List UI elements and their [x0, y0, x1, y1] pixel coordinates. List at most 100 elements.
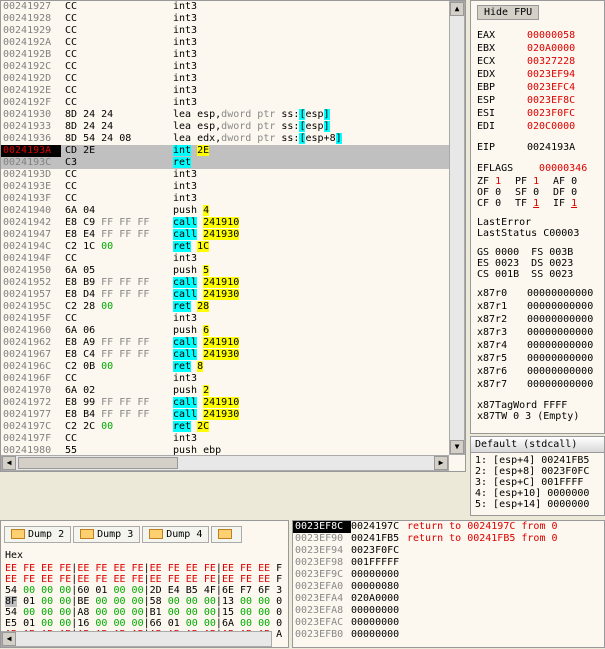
- address: 0024192F: [1, 97, 61, 109]
- bytes: E8 B9 FF FF FF: [61, 277, 171, 289]
- eip-value: 0024193A: [527, 142, 575, 155]
- dump-tab[interactable]: Dump 2: [4, 526, 71, 543]
- stack-row[interactable]: 0023EFA4020A0000: [293, 593, 604, 605]
- bytes: E8 C9 FF FF FF: [61, 217, 171, 229]
- address: 0024193F: [1, 193, 61, 205]
- hide-fpu-button[interactable]: Hide FPU: [477, 5, 539, 20]
- dump-hscroll[interactable]: ◀: [1, 631, 272, 647]
- disasm-row[interactable]: 0024193E CCint3: [1, 181, 465, 193]
- address: 0024192B: [1, 49, 61, 61]
- address: 00241952: [1, 277, 61, 289]
- bytes: CC: [61, 49, 171, 61]
- disasm-row[interactable]: 0024196C C2 0B 00ret 8: [1, 361, 465, 373]
- disasm-hscroll[interactable]: ◀ ▶: [1, 455, 449, 471]
- disasm-row[interactable]: 0024192C CCint3: [1, 61, 465, 73]
- bytes: CC: [61, 373, 171, 385]
- disasm-row[interactable]: 0024197F CCint3: [1, 433, 465, 445]
- disasm-row[interactable]: 00241947 E8 E4 FF FF FFcall 241930: [1, 229, 465, 241]
- disasm-row[interactable]: 00241930 8D 24 24lea esp,dword ptr ss:[e…: [1, 109, 465, 121]
- stack-row[interactable]: 0023EFA000000080: [293, 581, 604, 593]
- disasm-row[interactable]: 0024193C C3ret: [1, 157, 465, 169]
- disasm-row[interactable]: 00241940 6A 04push 4: [1, 205, 465, 217]
- disasm-row[interactable]: 00241952 E8 B9 FF FF FFcall 241910: [1, 277, 465, 289]
- dump-tab-extra[interactable]: [211, 526, 242, 543]
- bytes: C2 1C 00: [61, 241, 171, 253]
- address: 0024192C: [1, 61, 61, 73]
- bytes: CC: [61, 61, 171, 73]
- stack-row[interactable]: 0023EFB000000000: [293, 629, 604, 641]
- disasm-row[interactable]: 0024193F CCint3: [1, 193, 465, 205]
- disasm-row[interactable]: 0024192B CCint3: [1, 49, 465, 61]
- stack-row[interactable]: 0023EFAC00000000: [293, 617, 604, 629]
- disasm-row[interactable]: 00241977 E8 B4 FF FF FFcall 241930: [1, 409, 465, 421]
- mnemonic: int3: [171, 169, 465, 181]
- stack-row[interactable]: 0023EF940023F0FC: [293, 545, 604, 557]
- disasm-row[interactable]: 0024192A CCint3: [1, 37, 465, 49]
- stdcall-row: 4: [esp+10] 0000000: [475, 488, 600, 499]
- mnemonic: call 241930: [171, 349, 465, 361]
- disasm-row[interactable]: 00241957 E8 D4 FF FF FFcall 241930: [1, 289, 465, 301]
- dump-tab[interactable]: Dump 3: [73, 526, 140, 543]
- disasm-vscroll[interactable]: ▲ ▼: [449, 1, 465, 455]
- disasm-row[interactable]: 00241942 E8 C9 FF FF FFcall 241910: [1, 217, 465, 229]
- stack-row[interactable]: 0023EF98001FFFFF: [293, 557, 604, 569]
- eflags-value: 00000346: [539, 163, 587, 176]
- disasm-row[interactable]: 0024193D CCint3: [1, 169, 465, 181]
- scroll-up-btn[interactable]: ▲: [450, 2, 464, 16]
- disasm-row[interactable]: 00241972 E8 99 FF FF FFcall 241910: [1, 397, 465, 409]
- disasm-row[interactable]: 0024192D CCint3: [1, 73, 465, 85]
- stack-panel[interactable]: 0023EF8C0024197Creturn to 0024197C from …: [292, 520, 605, 648]
- disasm-row[interactable]: 00241962 E8 A9 FF FF FFcall 241910: [1, 337, 465, 349]
- disasm-row[interactable]: 00241927 CCint3: [1, 1, 465, 13]
- mnemonic: int3: [171, 25, 465, 37]
- disasm-row[interactable]: 0024196F CCint3: [1, 373, 465, 385]
- hex-row: 54 00 00 00|A8 00 00 00|B1 00 00 00|15 0…: [1, 607, 288, 618]
- bytes: E8 99 FF FF FF: [61, 397, 171, 409]
- disasm-row[interactable]: 00241936 8D 54 24 08lea edx,dword ptr ss…: [1, 133, 465, 145]
- disasm-row[interactable]: 0024195F CCint3: [1, 313, 465, 325]
- disasm-row[interactable]: 0024192E CCint3: [1, 85, 465, 97]
- disasm-row[interactable]: 0024193A CD 2Eint 2E: [1, 145, 465, 157]
- stack-row[interactable]: 0023EF9C00000000: [293, 569, 604, 581]
- registers-panel[interactable]: Hide FPU EAX00000058EBX020A0000ECX003272…: [470, 0, 605, 434]
- bytes: CC: [61, 253, 171, 265]
- scroll-left-btn[interactable]: ◀: [2, 456, 16, 470]
- disasm-row[interactable]: 00241967 E8 C4 FF FF FFcall 241930: [1, 349, 465, 361]
- address: 00241942: [1, 217, 61, 229]
- stdcall-row: 3: [esp+C] 001FFFF: [475, 477, 600, 488]
- scroll-left-btn[interactable]: ◀: [2, 632, 16, 646]
- address: 00241960: [1, 325, 61, 337]
- disasm-row[interactable]: 0024195C C2 28 00ret 28: [1, 301, 465, 313]
- mnemonic: int3: [171, 1, 465, 13]
- bytes: 8D 24 24: [61, 121, 171, 133]
- disasm-row[interactable]: 00241933 8D 24 24lea esp,dword ptr ss:[e…: [1, 121, 465, 133]
- disasm-row[interactable]: 0024194C C2 1C 00ret 1C: [1, 241, 465, 253]
- disasm-row[interactable]: 00241929 CCint3: [1, 25, 465, 37]
- dump-panel[interactable]: Dump 2Dump 3Dump 4 Hex EE FE EE FE|EE FE…: [0, 520, 289, 648]
- scroll-right-btn[interactable]: ▶: [434, 456, 448, 470]
- address: 00241929: [1, 25, 61, 37]
- disasm-row[interactable]: 00241970 6A 02push 2: [1, 385, 465, 397]
- stdcall-panel[interactable]: Default (stdcall) 1: [esp+4] 00241FB52: …: [470, 436, 605, 516]
- bytes: CD 2E: [61, 145, 171, 157]
- mnemonic: call 241910: [171, 337, 465, 349]
- scroll-down-btn[interactable]: ▼: [450, 440, 464, 454]
- fpu-row: x87r500000000000: [477, 353, 598, 366]
- x87tagword: x87TagWord FFFF: [477, 400, 598, 411]
- bytes: CC: [61, 85, 171, 97]
- dump-tab[interactable]: Dump 4: [142, 526, 209, 543]
- disasm-row[interactable]: 00241950 6A 05push 5: [1, 265, 465, 277]
- disasm-row[interactable]: 0024192F CCint3: [1, 97, 465, 109]
- bytes: 6A 05: [61, 265, 171, 277]
- stack-row[interactable]: 0023EF9000241FB5return to 00241FB5 from …: [293, 533, 604, 545]
- stack-row[interactable]: 0023EF8C0024197Creturn to 0024197C from …: [293, 521, 604, 533]
- stack-row[interactable]: 0023EFA800000000: [293, 605, 604, 617]
- disassembly-panel[interactable]: 00241927 CCint300241928 CCint300241929 C…: [0, 0, 466, 472]
- bytes: 6A 06: [61, 325, 171, 337]
- disasm-row[interactable]: 00241928 CCint3: [1, 13, 465, 25]
- disasm-row[interactable]: 0024197C C2 2C 00ret 2C: [1, 421, 465, 433]
- disasm-row[interactable]: 00241960 6A 06push 6: [1, 325, 465, 337]
- scroll-thumb[interactable]: [18, 457, 178, 469]
- disasm-row[interactable]: 0024194F CCint3: [1, 253, 465, 265]
- address: 00241940: [1, 205, 61, 217]
